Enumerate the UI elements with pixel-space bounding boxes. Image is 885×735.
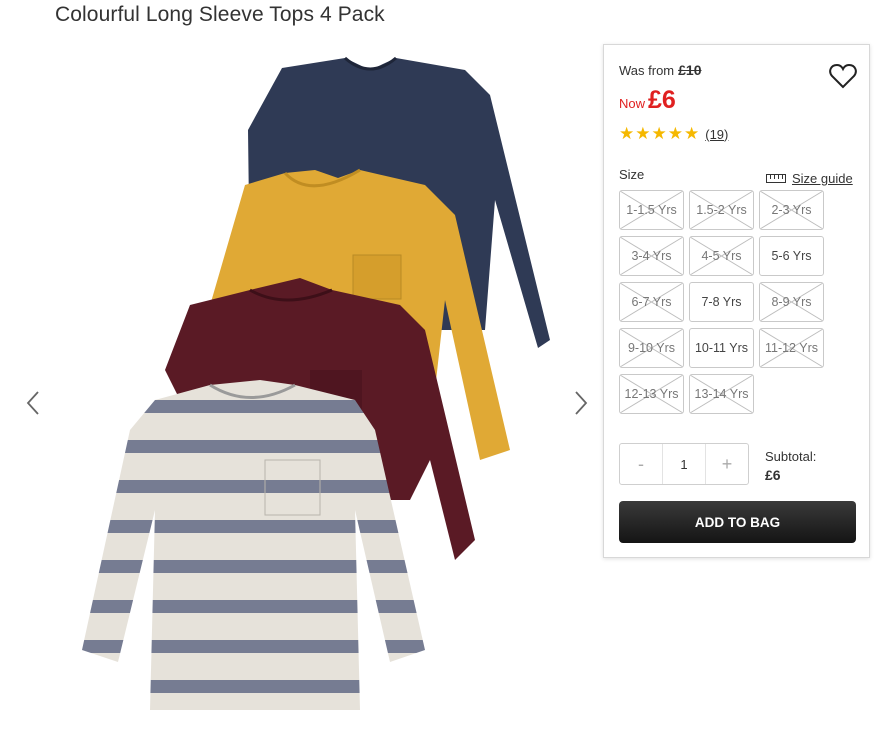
size-option[interactable]: 7-8 Yrs (689, 282, 754, 322)
quantity-value[interactable]: 1 (662, 444, 706, 484)
size-option-label: 1-1.5 Yrs (626, 203, 677, 217)
now-price: Now £6 (619, 86, 676, 115)
size-option-label: 7-8 Yrs (701, 295, 742, 309)
subtotal-label: Subtotal: (765, 449, 817, 464)
reviews-link[interactable]: (19) (705, 127, 728, 142)
size-option-label: 9-10 Yrs (627, 341, 675, 355)
star-icon: ★ (667, 124, 683, 143)
size-option-label: 13-14 Yrs (694, 387, 749, 401)
size-option-label: 3-4 Yrs (631, 249, 672, 263)
add-to-bag-button[interactable]: ADD TO BAG (619, 501, 856, 543)
size-option[interactable]: 2-3 Yrs (759, 190, 824, 230)
subtotal: Subtotal: £6 (765, 448, 816, 484)
size-option-label: 10-11 Yrs (694, 341, 749, 355)
size-option[interactable]: 6-7 Yrs (619, 282, 684, 322)
quantity-stepper: - 1 + (619, 443, 749, 485)
old-price: £10 (678, 62, 702, 78)
size-label: Size (619, 167, 645, 182)
size-option[interactable]: 1.5-2 Yrs (689, 190, 754, 230)
chevron-left-icon[interactable] (18, 385, 48, 421)
star-icon: ★ (651, 124, 667, 143)
size-option[interactable]: 3-4 Yrs (619, 236, 684, 276)
size-option-label: 2-3 Yrs (771, 203, 812, 217)
size-option[interactable]: 9-10 Yrs (619, 328, 684, 368)
heart-icon[interactable] (828, 61, 858, 91)
was-price: Was from £10 (619, 62, 702, 78)
subtotal-amount: £6 (765, 467, 781, 483)
product-gallery (0, 40, 600, 735)
star-icon: ★ (635, 124, 651, 143)
size-option[interactable]: 8-9 Yrs (759, 282, 824, 322)
current-price: £6 (648, 86, 676, 114)
rating-stars: ★ ★ ★ ★ ★ (19) (619, 125, 728, 143)
size-option-label: 5-6 Yrs (771, 249, 812, 263)
increase-quantity-button[interactable]: + (706, 444, 748, 484)
size-option[interactable]: 1-1.5 Yrs (619, 190, 684, 230)
size-guide-link[interactable]: Size guide (766, 171, 853, 186)
size-option-label: 11-12 Yrs (764, 341, 819, 355)
size-option-label: 1.5-2 Yrs (696, 203, 747, 217)
was-label: Was from (619, 63, 675, 78)
size-guide-label: Size guide (792, 171, 853, 186)
striped-top (82, 380, 425, 710)
size-option[interactable]: 13-14 Yrs (689, 374, 754, 414)
size-option-label: 12-13 Yrs (624, 387, 679, 401)
decrease-quantity-button[interactable]: - (620, 444, 662, 484)
size-option[interactable]: 10-11 Yrs (689, 328, 754, 368)
size-option-label: 8-9 Yrs (771, 295, 812, 309)
size-option[interactable]: 5-6 Yrs (759, 236, 824, 276)
size-option[interactable]: 12-13 Yrs (619, 374, 684, 414)
star-icon: ★ (684, 124, 700, 143)
size-option[interactable]: 11-12 Yrs (759, 328, 824, 368)
now-label: Now (619, 96, 646, 111)
size-option-label: 6-7 Yrs (631, 295, 672, 309)
ruler-icon (766, 174, 786, 183)
product-image (82, 56, 550, 710)
size-option-label: 4-5 Yrs (701, 249, 742, 263)
purchase-panel: Was from £10 Now £6 ★ ★ ★ ★ ★ (19) Size Si… (603, 44, 870, 558)
star-icon: ★ (619, 124, 635, 143)
size-option[interactable]: 4-5 Yrs (689, 236, 754, 276)
chevron-right-icon[interactable] (566, 385, 596, 421)
product-title: Colourful Long Sleeve Tops 4 Pack (55, 3, 385, 26)
